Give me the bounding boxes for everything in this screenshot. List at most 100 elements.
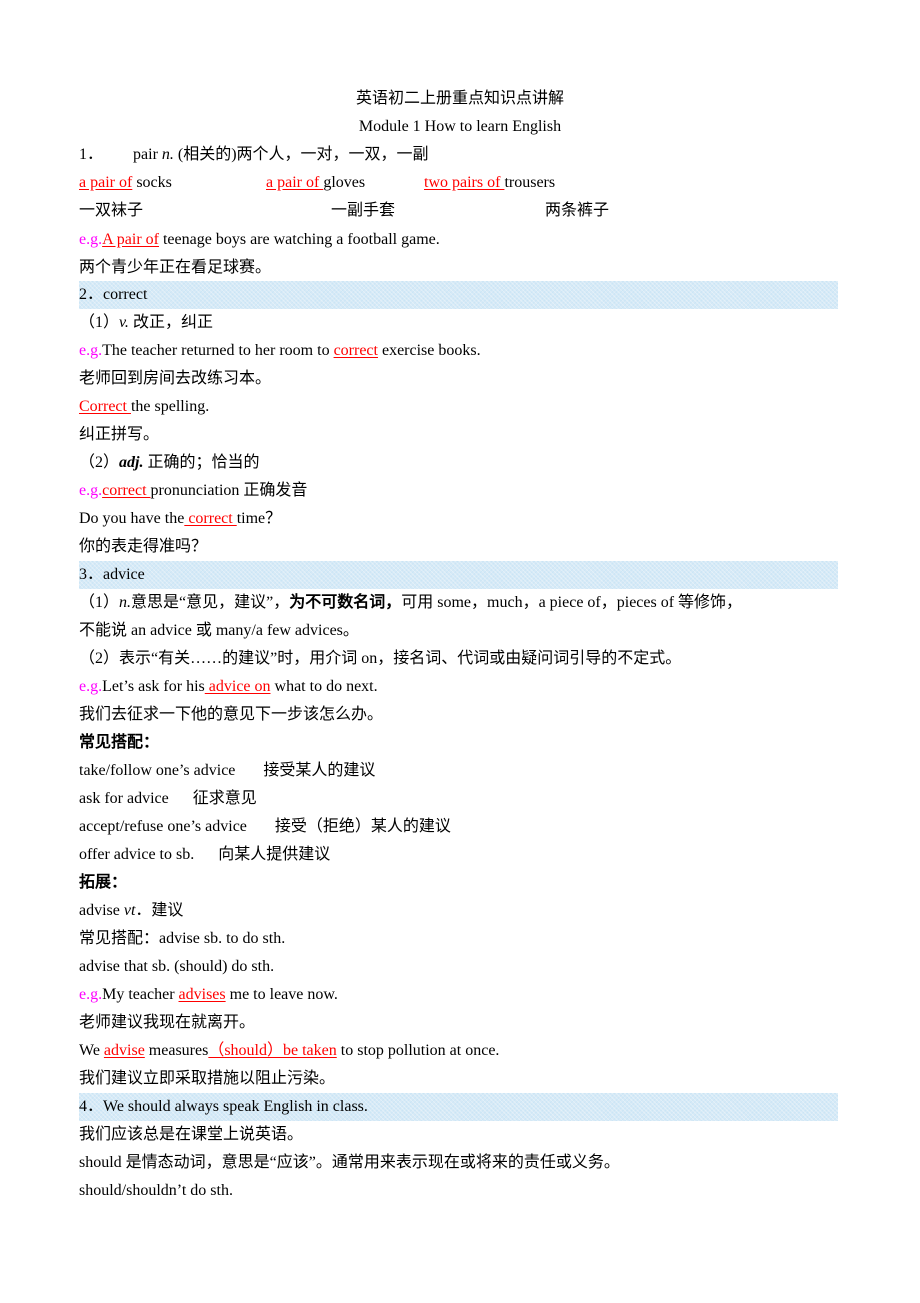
example-sentence: We advise measures（should）be taken to st… [79,1037,499,1065]
collocation-en: take/follow one’s advice [79,762,236,779]
section-2-heading: 2．correct [79,286,148,303]
headword: advise [79,902,124,919]
meaning: (相关的)两个人，一对，一双，一副 [173,146,429,163]
phrase-example-2: a pair of gloves [266,169,365,197]
section-4-heading: 4．We should always speak English in clas… [79,1098,368,1115]
example-translation: 你的表走得准吗？ [79,538,208,555]
meaning: 正确的；恰当的 [143,454,260,471]
phrase-examples-row: a pair of socks [79,169,172,197]
collocation-en: offer advice to sb. [79,846,195,863]
highlight-phrase: advise [103,1042,145,1059]
translation-3: 两条裤子 [545,202,610,219]
part-of-speech: n. [119,594,132,611]
sentence-text: time？ [236,510,282,527]
example-translation: 我们去征求一下他的意见下一步该怎么办。 [79,706,384,723]
example-sentence: e.g.My teacher advises me to leave now. [79,981,338,1009]
collocation-en: accept/refuse one’s advice [79,818,247,835]
sentence-text: measures [144,1042,209,1059]
extension-collocation: advise that sb. (should) do sth. [79,958,275,975]
sentence-text: me to leave now. [225,986,338,1003]
section-1-heading: 1． pair n. (相关的)两个人，一对，一双，一副 [79,141,429,169]
sentence-text: My teacher [102,986,179,1003]
meaning: 可用 some，much，a piece of，pieces of 等修饰， [401,594,743,611]
sentence-text: what to do next. [270,678,378,695]
example-sentence: Do you have the correct time？ [79,505,281,533]
section-3-highlight-band [79,561,838,589]
sentence-text: We [79,1042,104,1059]
part-of-speech: adj. [119,454,144,471]
phrase-example-3: two pairs of trousers [424,169,555,197]
highlight-phrase: correct [102,482,151,499]
example-translation: 老师建议我现在就离开。 [79,1014,256,1031]
headword: pair [133,146,158,163]
section-4-note: should 是情态动词，意思是“应该”。通常用来表示现在或将来的责任或义务。 [79,1154,620,1171]
eg-label: e.g. [79,482,103,499]
phrase-text: gloves [323,174,366,191]
sentence-text: the spelling. [130,398,210,415]
translation-2: 一副手套 [331,202,396,219]
eg-label: e.g. [79,678,103,695]
section-number: 1． [79,146,104,163]
collocation-cn: 接受（拒绝）某人的建议 [274,818,451,835]
part-of-speech: n. [161,146,174,163]
highlight-phrase: correct [184,510,237,527]
highlight-phrase: （should）be taken [208,1042,337,1059]
collocation-item: take/follow one’s advice 接受某人的建议 [79,757,375,785]
document-subtitle: Module 1 How to learn English [358,118,562,135]
example-translation: 纠正拼写。 [79,426,160,443]
highlight-phrase: a pair of [266,174,324,191]
sense-number: （1） [79,314,120,331]
sense-1: （1）v. 改正，纠正 [79,309,213,337]
collocation-cn: 接受某人的建议 [263,762,376,779]
eg-label: e.g. [79,342,103,359]
sense-1-continued: 不能说 an advice 或 many/a few advices。 [79,622,359,639]
sense-number: （2） [79,454,120,471]
document-title: 英语初二上册重点知识点讲解 [355,90,564,107]
sentence-text: pronunciation 正确发音 [150,482,308,499]
highlight-phrase: A pair of [102,231,159,248]
example-translation: 老师回到房间去改练习本。 [79,370,272,387]
highlight-phrase: Correct [79,398,131,415]
section-4-pattern: should/shouldn’t do sth. [79,1182,233,1199]
collocation-cn: 向某人提供建议 [218,846,331,863]
phrase-text: trousers [504,174,556,191]
part-of-speech: vt [123,902,136,919]
sentence-text: to stop pollution at once. [336,1042,500,1059]
sentence-text: teenage boys are watching a football gam… [158,231,440,248]
sense-number: （1） [79,594,120,611]
example-sentence: e.g.The teacher returned to her room to … [79,337,481,365]
extension-headword: advise vt．建议 [79,897,183,925]
sentence-text: exercise books. [377,342,481,359]
collocation-item: ask for advice 征求意见 [79,785,257,813]
sentence-text: Let’s ask for his [102,678,205,695]
eg-label: e.g. [79,986,103,1003]
collocation-en: ask for advice [79,790,169,807]
highlight-phrase: two pairs of [424,174,505,191]
meaning: 改正，纠正 [128,314,213,331]
example-sentence: Correct the spelling. [79,393,209,421]
meaning: 意思是“意见，建议”， [131,594,290,611]
emphasis-text: 为不可数名词， [289,594,402,611]
collocation-cn: 征求意见 [192,790,257,807]
example-sentence: e.g.Let’s ask for his advice on what to … [79,673,378,701]
example-translation: 我们建议立即采取措施以阻止污染。 [79,1070,336,1087]
collocation-item: offer advice to sb. 向某人提供建议 [79,841,330,869]
section-4-translation: 我们应该总是在课堂上说英语。 [79,1126,304,1143]
meaning: ．建议 [135,902,184,919]
sense-2: （2）表示“有关……的建议”时，用介词 on，接名词、代词或由疑问词引导的不定式… [79,650,682,667]
translation-1: 一双袜子 [79,202,144,219]
highlight-phrase: a pair of [79,174,133,191]
collocations-title: 常见搭配： [79,734,160,751]
extension-collocation: 常见搭配：advise sb. to do sth. [79,930,286,947]
example-sentence: e.g.A pair of teenage boys are watching … [79,226,440,254]
sense-1: （1）n.意思是“意见，建议”，为不可数名词，可用 some，much，a pi… [79,589,742,617]
collocation-item: accept/refuse one’s advice 接受（拒绝）某人的建议 [79,813,451,841]
highlight-phrase: correct [333,342,378,359]
phrase-text: socks [132,174,172,191]
sentence-text: The teacher returned to her room to [102,342,334,359]
section-2-highlight-band [79,281,838,309]
example-translation: 两个青少年正在看足球赛。 [79,259,272,276]
section-3-heading: 3．advice [79,566,145,583]
highlight-phrase: advises [178,986,226,1003]
highlight-phrase: advice on [204,678,271,695]
